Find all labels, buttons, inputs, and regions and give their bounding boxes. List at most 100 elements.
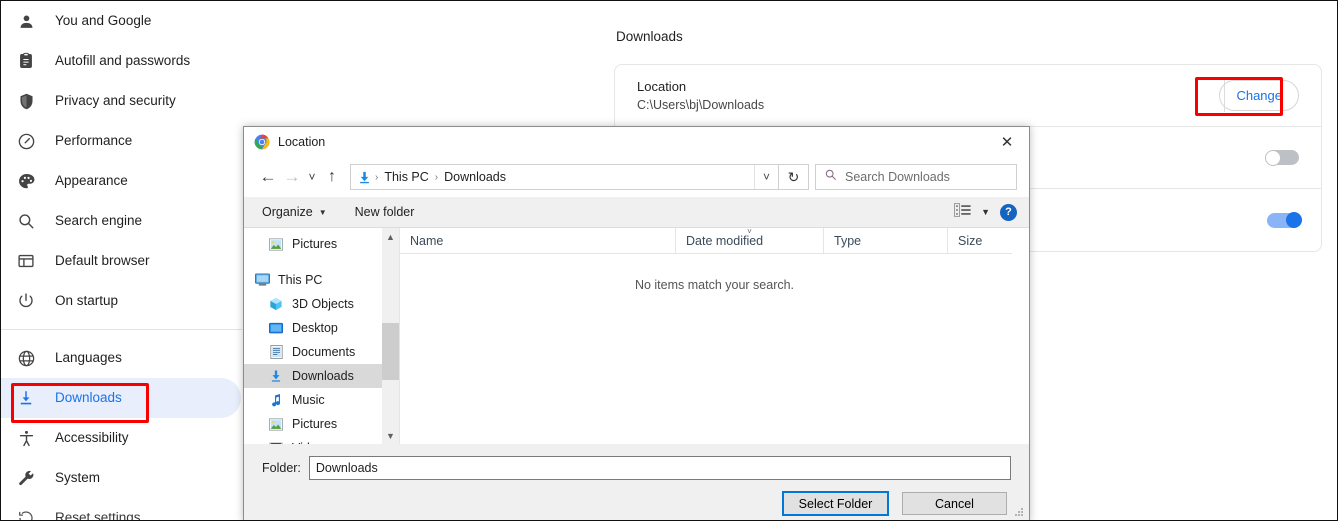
accessibility-icon [15,427,37,449]
file-list-pane: Name ˅ Date modified Type Size No items … [399,227,1029,444]
toggle-knob [1286,212,1302,228]
location-file-dialog: Location ✕ ← → ˅ ↑ › This PC › Downloads… [243,126,1030,520]
sidebar-item-downloads[interactable]: Downloads [1,378,241,418]
sidebar-label: Performance [55,133,133,149]
sidebar-item-privacy-and-security[interactable]: Privacy and security [1,81,242,121]
up-one-level-icon[interactable]: ↑ [320,164,344,190]
tree-item-music[interactable]: Music [244,388,399,412]
chrome-logo-icon [254,134,270,150]
sidebar-label: System [55,470,101,486]
sidebar-label: Languages [55,350,122,366]
tree-label: This PC [278,273,323,287]
search-icon [824,168,837,186]
tree-label: Pictures [292,417,338,431]
restore-icon [15,507,37,520]
sidebar-label: Privacy and security [55,93,176,109]
sidebar-item-autofill-and-passwords[interactable]: Autofill and passwords [1,41,242,81]
tree-label: Downloads [292,369,354,383]
pictures-icon [268,416,284,432]
this-pc-icon [254,272,270,288]
sidebar-item-appearance[interactable]: Appearance [1,161,242,201]
new-folder-button[interactable]: New folder [347,200,423,224]
tree-scrollbar[interactable]: ▲ ▼ [382,228,399,444]
sidebar-item-search-engine[interactable]: Search engine [1,201,242,241]
magnifier-icon [15,210,37,232]
show-downloads-toggle[interactable] [1267,212,1302,228]
refresh-icon[interactable]: ↻ [779,164,809,190]
sidebar-item-system[interactable]: System [1,458,242,498]
sidebar-item-default-browser[interactable]: Default browser [1,241,242,281]
column-header-type[interactable]: Type [823,227,947,254]
sidebar-item-languages[interactable]: Languages [1,338,242,378]
sidebar-label: Search engine [55,213,143,229]
folder-name-input[interactable]: Downloads [308,456,1011,480]
column-header-name[interactable]: Name [400,228,675,254]
search-box[interactable]: Search Downloads [815,164,1017,190]
download-icon [15,387,37,409]
scroll-down-icon[interactable]: ▼ [382,427,399,444]
address-dropdown-icon[interactable]: ˅ [754,165,778,189]
tree-item-pictures-quick[interactable]: Pictures [244,232,399,256]
tree-item-downloads[interactable]: Downloads [244,364,399,388]
dialog-footer: Folder: Downloads Select Folder Cancel [244,444,1029,520]
select-folder-button[interactable]: Select Folder [782,491,889,516]
sidebar-item-accessibility[interactable]: Accessibility [1,418,242,458]
resize-grip[interactable] [1015,508,1025,518]
sidebar-label: Reset settings [55,510,141,521]
settings-sidebar: You and Google Autofill and passwords Pr… [1,1,242,521]
browser-window-icon [15,250,37,272]
download-folder-icon [268,368,284,384]
cancel-button[interactable]: Cancel [902,492,1007,515]
close-icon[interactable]: ✕ [985,127,1029,157]
ask-where-to-save-toggle[interactable] [1265,149,1299,166]
address-bar[interactable]: › This PC › Downloads ˅ [350,164,779,190]
desktop-icon [268,320,284,336]
clipboard-icon [15,50,37,72]
tree-item-desktop[interactable]: Desktop [244,316,399,340]
scrollbar-thumb[interactable] [382,323,399,380]
shield-icon [15,90,37,112]
location-value: C:\Users\bj\Downloads [637,98,765,112]
tree-item-pictures[interactable]: Pictures [244,412,399,436]
breadcrumb-downloads[interactable]: Downloads [440,170,510,184]
documents-icon [268,344,284,360]
tree-item-documents[interactable]: Documents [244,340,399,364]
breadcrumb-separator: › [375,171,379,183]
chevron-down-icon: ▼ [318,207,327,217]
tree-item-this-pc[interactable]: This PC [244,268,399,292]
tree-item-3d-objects[interactable]: 3D Objects [244,292,399,316]
tree-label: Desktop [292,321,338,335]
sidebar-label: Appearance [55,173,128,189]
tree-label: Pictures [292,237,338,251]
tree-label: Documents [292,345,356,359]
back-icon[interactable]: ← [256,164,280,190]
sidebar-item-you-and-google[interactable]: You and Google [1,1,242,41]
file-list-scrollbar[interactable] [1012,228,1029,444]
sidebar-item-reset-settings[interactable]: Reset settings [1,498,242,521]
organize-label: Organize [262,205,313,219]
download-folder-icon [356,169,373,186]
change-location-button[interactable]: Change [1219,80,1299,111]
dialog-title-bar[interactable]: Location ✕ [244,127,1029,157]
sidebar-label: Autofill and passwords [55,53,191,69]
view-mode-icon[interactable] [954,202,971,222]
sidebar-item-on-startup[interactable]: On startup [1,281,242,321]
tree-item-videos[interactable]: Videos [244,436,399,444]
tree-label: 3D Objects [292,297,354,311]
help-icon[interactable]: ? [1000,203,1017,221]
recent-locations-icon[interactable]: ˅ [304,164,320,190]
screen: You and Google Autofill and passwords Pr… [0,0,1338,521]
sidebar-item-performance[interactable]: Performance [1,121,242,161]
sidebar-label: Accessibility [55,430,129,446]
speedometer-icon [15,130,37,152]
column-header-date-modified[interactable]: ˅ Date modified [675,227,823,254]
breadcrumb-this-pc[interactable]: This PC [380,170,432,184]
scroll-up-icon[interactable]: ▲ [382,228,399,245]
organize-button[interactable]: Organize ▼ [254,200,335,224]
folder-label: Folder: [262,461,301,475]
navigation-tree: Pictures This PC 3D Objects Desktop Docu… [244,228,399,444]
view-dropdown-icon[interactable]: ▼ [981,207,990,217]
sidebar-divider [1,329,242,330]
dialog-title: Location [278,135,326,149]
location-label: Location [637,79,687,94]
